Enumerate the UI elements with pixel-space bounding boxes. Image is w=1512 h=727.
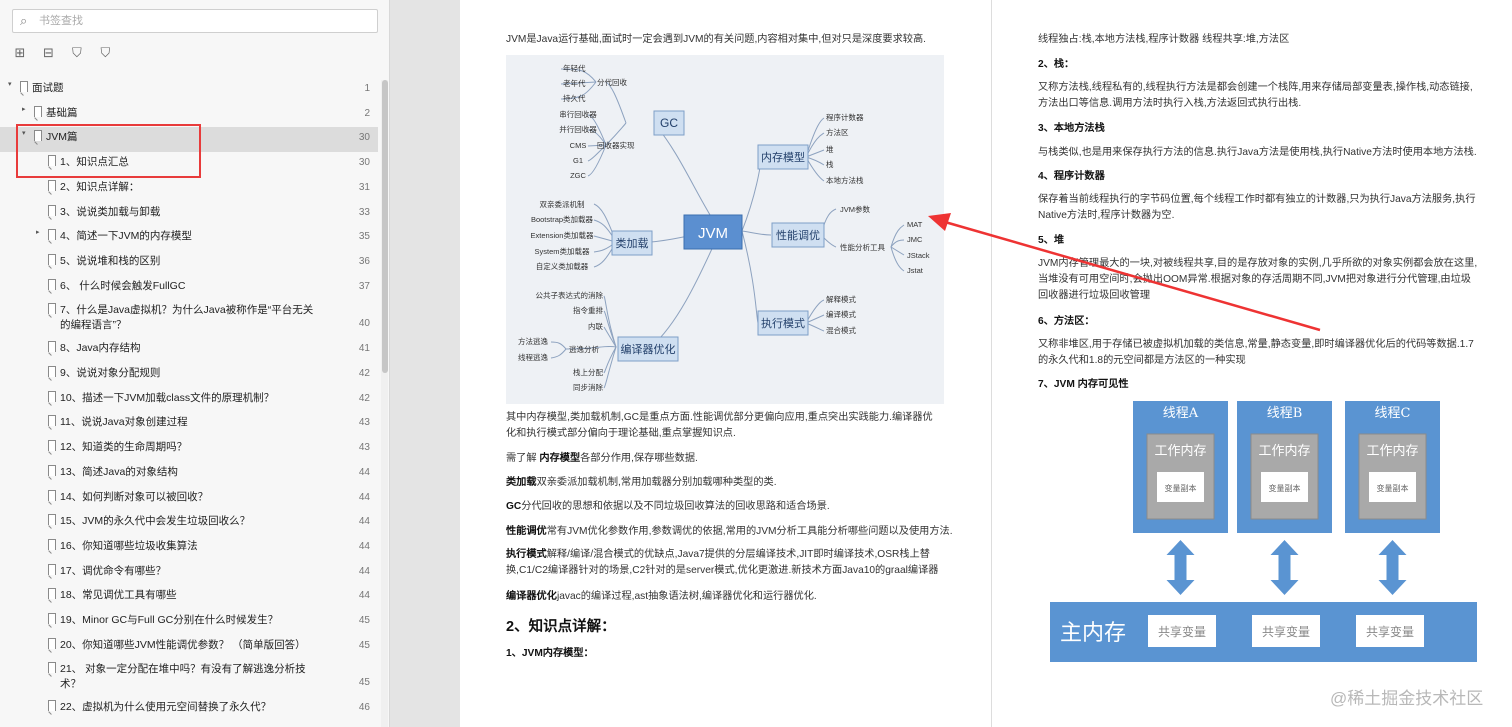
watermark: @稀土掘金技术社区 (1330, 689, 1484, 708)
red-arrow-annotation (928, 213, 1321, 332)
